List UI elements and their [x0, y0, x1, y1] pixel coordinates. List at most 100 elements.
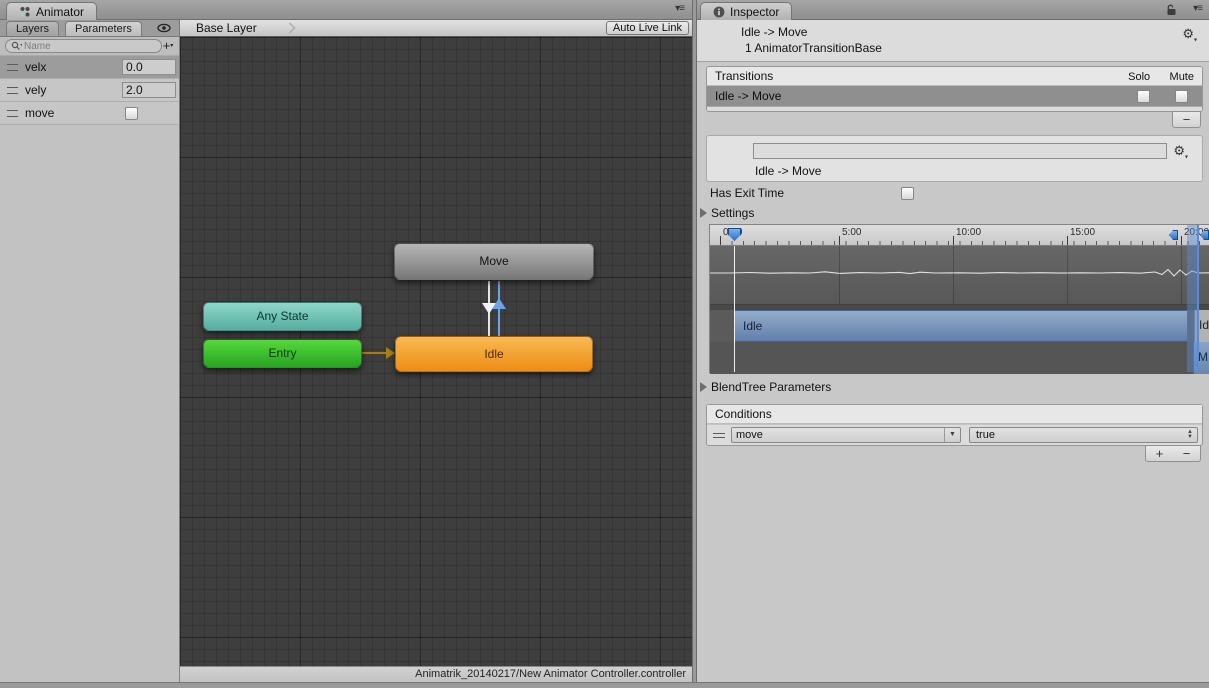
inspector-panel: Inspector ▾≡ Idle -> Move 1 AnimatorTran…: [697, 0, 1209, 682]
parameters-panel: +▾ velx vely move: [0, 37, 180, 682]
inspector-tabstrip: Inspector ▾≡: [697, 0, 1209, 20]
condition-value-dropdown[interactable]: true ▲▼: [969, 427, 1198, 443]
condition-value: true: [970, 429, 1183, 441]
settings-foldout[interactable]: Settings: [697, 204, 1209, 222]
idle-clip-bar[interactable]: Idle: [734, 310, 1188, 342]
animator-icon: [19, 6, 31, 18]
drag-handle-icon[interactable]: [713, 433, 725, 438]
move-clip-row: M: [710, 342, 1209, 374]
playhead-line: [734, 246, 735, 372]
transition-timeline[interactable]: 0:00 5:00 10:00 15:00 20:00 Idle: [709, 224, 1209, 373]
state-node-entry[interactable]: Entry: [203, 339, 362, 368]
tab-inspector-label: Inspector: [730, 5, 779, 19]
minor-ticks: [720, 241, 1209, 245]
transitions-header-label: Transitions: [715, 69, 773, 83]
breadcrumb-bar: Base Layer Auto Live Link: [180, 20, 692, 37]
tab-parameters[interactable]: Parameters: [65, 21, 142, 36]
state-node-any-state[interactable]: Any State: [203, 302, 362, 331]
animator-toolbar: Layers Parameters Base Layer Auto Live L…: [0, 20, 692, 37]
solo-column-label: Solo: [1128, 71, 1150, 83]
has-exit-time-checkbox[interactable]: [901, 187, 914, 200]
parameter-row-velx[interactable]: velx: [0, 56, 179, 79]
parameter-row-move[interactable]: move: [0, 102, 179, 125]
parameter-search-input[interactable]: [24, 41, 156, 52]
settings-label: Settings: [711, 206, 754, 220]
lock-icon[interactable]: [1166, 4, 1177, 16]
unity-window: Animator ▾≡ Layers Parameters Base Layer…: [0, 0, 1209, 688]
mute-column-label: Mute: [1170, 71, 1194, 83]
has-exit-time-label: Has Exit Time: [710, 186, 784, 200]
tab-layers[interactable]: Layers: [6, 21, 59, 36]
drag-handle-icon[interactable]: [7, 64, 19, 71]
transition-list-item-label: Idle -> Move: [715, 89, 781, 103]
add-parameter-button[interactable]: +▾: [162, 39, 174, 53]
tick-label: 15:00: [1070, 227, 1095, 238]
has-exit-time-row: Has Exit Time: [697, 184, 1209, 202]
tab-animator-label: Animator: [36, 5, 84, 19]
tab-inspector[interactable]: Inspector: [700, 2, 792, 20]
blendtree-foldout[interactable]: BlendTree Parameters: [697, 378, 1209, 396]
gear-icon[interactable]: ⚙▾: [1173, 144, 1188, 161]
transition-list-item[interactable]: Idle -> Move: [707, 86, 1202, 107]
transition-duration-band[interactable]: [1187, 225, 1197, 372]
drag-handle-icon[interactable]: [7, 110, 19, 117]
state-node-idle[interactable]: Idle: [395, 336, 593, 372]
gear-icon[interactable]: ⚙▾: [1182, 27, 1197, 44]
parameter-name[interactable]: vely: [25, 83, 46, 97]
parameter-checkbox[interactable]: [125, 107, 138, 120]
parameter-searchbox[interactable]: [5, 39, 162, 53]
tab-parameters-label: Parameters: [75, 23, 132, 35]
parameter-name[interactable]: velx: [25, 60, 46, 74]
entry-transition[interactable]: [362, 352, 388, 354]
animation-curve: [710, 246, 1209, 304]
add-condition-button[interactable]: +: [1146, 446, 1173, 461]
auto-live-link-button[interactable]: Auto Live Link: [606, 21, 689, 35]
tab-layers-label: Layers: [16, 23, 49, 35]
solo-checkbox[interactable]: [1137, 90, 1150, 103]
parameter-row-vely[interactable]: vely: [0, 79, 179, 102]
transition-name-input[interactable]: [753, 143, 1167, 159]
parameter-tabbar: Layers Parameters: [0, 20, 180, 37]
remove-condition-button[interactable]: −: [1173, 446, 1200, 461]
conditions-section: Conditions move ▼ true ▲▼: [706, 404, 1203, 446]
transition-name-label: Idle -> Move: [755, 164, 821, 178]
preview-curve-band: [710, 246, 1209, 304]
state-machine-graph[interactable]: Move Any State Entry Idle: [180, 37, 692, 666]
transitions-header: Transitions Solo Mute: [707, 67, 1202, 86]
animator-panel: Animator ▾≡ Layers Parameters Base Layer…: [0, 0, 692, 682]
condition-row: move ▼ true ▲▼: [707, 424, 1202, 445]
stepper-arrows-icon: ▲▼: [1183, 430, 1197, 440]
transition-start-marker-icon[interactable]: [1169, 230, 1178, 240]
chevron-down-icon: ▼: [944, 428, 960, 442]
breadcrumb-base-layer[interactable]: Base Layer: [180, 21, 257, 35]
animator-tabstrip: Animator ▾≡: [0, 0, 692, 20]
condition-parameter-value: move: [732, 429, 944, 441]
conditions-header: Conditions: [707, 405, 1202, 424]
transition-name-section: ⚙▾ Idle -> Move: [706, 135, 1203, 182]
condition-parameter-dropdown[interactable]: move ▼: [731, 427, 961, 443]
eye-icon[interactable]: [157, 23, 171, 33]
parameter-name[interactable]: move: [25, 106, 54, 120]
inspector-header: Idle -> Move 1 AnimatorTransitionBase ⚙▾: [697, 20, 1209, 62]
controller-path-statusbar: Animatrik_20140217/New Animator Controll…: [180, 666, 692, 682]
tab-animator[interactable]: Animator: [6, 2, 97, 20]
parameter-value-field[interactable]: [122, 82, 176, 98]
controller-path: Animatrik_20140217/New Animator Controll…: [415, 668, 686, 680]
idle-clip-row: Idle Id: [710, 310, 1209, 342]
parameter-search-row: +▾: [0, 37, 179, 56]
transitions-section: Transitions Solo Mute Idle -> Move: [706, 66, 1203, 112]
state-node-move[interactable]: Move: [394, 243, 594, 280]
animator-menu-icon[interactable]: ▾≡: [675, 3, 684, 14]
foldout-triangle-icon: [700, 382, 707, 392]
inspector-subtitle: 1 AnimatorTransitionBase: [745, 41, 1209, 55]
mute-checkbox[interactable]: [1175, 90, 1188, 103]
search-icon: [11, 41, 22, 51]
parameter-value-field[interactable]: [122, 59, 176, 75]
transition-end-line[interactable]: [1197, 225, 1199, 372]
drag-handle-icon[interactable]: [7, 87, 19, 94]
timeline-ruler[interactable]: 0:00 5:00 10:00 15:00 20:00: [710, 225, 1209, 246]
window-bottom-strip: [0, 682, 1209, 688]
remove-transition-button[interactable]: −: [1173, 112, 1200, 127]
inspector-title: Idle -> Move: [741, 25, 1209, 39]
inspector-menu-icon[interactable]: ▾≡: [1193, 3, 1202, 14]
